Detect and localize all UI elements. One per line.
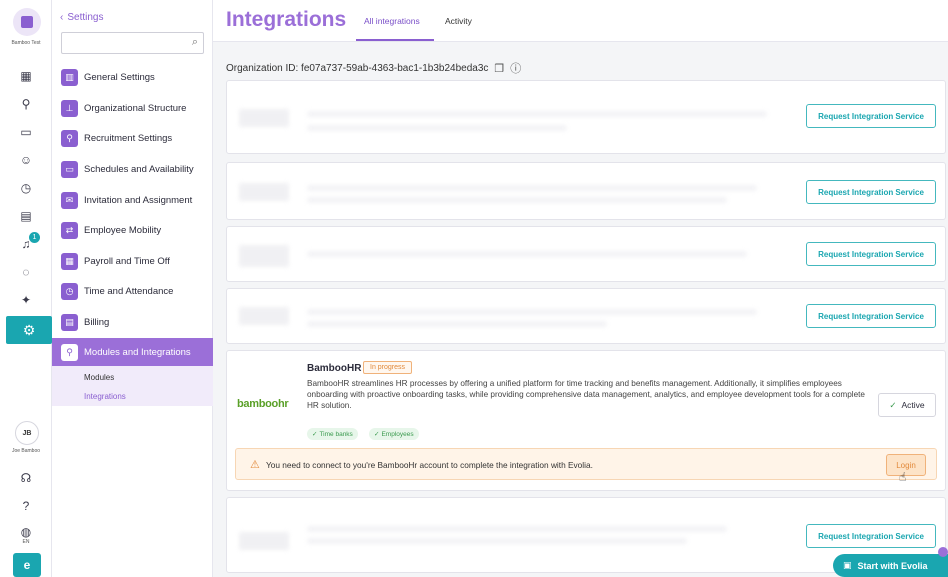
page-title: Integrations [226, 8, 347, 31]
organization-id: Organization ID: fe07a737-59ab-4363-bac1… [226, 60, 521, 76]
sidebar-item-label: Payroll and Time Off [84, 255, 170, 267]
tag-label: Employees [381, 430, 414, 438]
organization-id-text: Organization ID: fe07a737-59ab-4363-bac1… [226, 62, 489, 74]
start-badge [938, 547, 948, 557]
billing-icon: ▤ [61, 313, 78, 331]
icon-rail: Bamboo Test ▦ ⚲ ▭ ☺ ◷ ▤ ♫ 1 ◌ ✦ ⚙ JB Joe… [0, 0, 52, 577]
sidebar-item-label: Organizational Structure [84, 102, 187, 114]
back-label: Settings [67, 12, 104, 23]
integration-name: BambooHR [307, 363, 362, 374]
headset-icon[interactable]: ☊ [14, 467, 38, 489]
calendar-icon[interactable]: ▭ [14, 121, 38, 143]
notification-badge: 1 [29, 232, 40, 243]
integration-card: Request Integration Service [226, 80, 946, 154]
brand-logo-icon[interactable]: e [13, 553, 41, 577]
check-icon: ✓ [889, 399, 897, 410]
sidebar-item-organizational-structure[interactable]: ⊥ Organizational Structure [52, 94, 213, 122]
info-icon[interactable]: ⓘ [510, 60, 521, 76]
payroll-icon: ▦ [61, 252, 78, 270]
submenu-item-integrations[interactable]: Integrations [84, 392, 126, 401]
page-header: Integrations All integrations Activity [213, 0, 948, 42]
tab-all-integrations[interactable]: All integrations [364, 16, 420, 26]
sidebar-item-modules-integrations[interactable]: ⚲ Modules and Integrations [52, 338, 213, 366]
start-evolia-label: Start with Evolia [857, 560, 928, 571]
calendar-icon: ▭ [61, 160, 78, 178]
warning-text: You need to connect to you're BambooHr a… [266, 460, 593, 470]
chevron-left-icon: ‹ [60, 12, 64, 23]
bamboohr-logo: bamboohr [237, 398, 289, 410]
tab-activity[interactable]: Activity [445, 16, 472, 26]
integration-card: Request Integration Service [226, 226, 946, 282]
play-icon: ▣ [843, 560, 852, 570]
sidebar-item-label: Modules and Integrations [84, 346, 191, 358]
language-label: EN [22, 539, 30, 545]
start-with-evolia-button[interactable]: ▣ Start with Evolia [833, 554, 948, 577]
check-icon: ✓ [312, 431, 318, 438]
sidebar-item-recruitment-settings[interactable]: ⚲ Recruitment Settings [52, 124, 213, 152]
integration-card: Request Integration Service [226, 162, 946, 220]
sidebar-item-payroll[interactable]: ▦ Payroll and Time Off [52, 247, 213, 275]
tag-label: Time banks [319, 430, 353, 438]
clock-icon: ◷ [61, 282, 78, 300]
gear-icon[interactable]: ⚙ [6, 316, 52, 344]
sidebar-item-label: General Settings [84, 71, 155, 83]
tag-time-banks: ✓ Time banks [307, 428, 358, 440]
building-icon: ▥ [61, 68, 78, 86]
avatar[interactable]: JB [15, 421, 39, 445]
sidebar-item-label: Billing [84, 316, 110, 328]
search-icon: ⌕ [191, 36, 198, 48]
integration-description: BambooHR streamlines HR processes by off… [307, 379, 865, 410]
warning-banner: ⚠ You need to connect to you're BambooHr… [235, 448, 937, 480]
org-name: Bamboo Test [11, 40, 41, 46]
submenu-item-modules[interactable]: Modules [84, 373, 114, 382]
org-logo[interactable] [13, 8, 41, 36]
bamboohr-card: bamboohr BambooHR In progress BambooHR s… [226, 350, 946, 491]
transfer-icon: ⇄ [61, 221, 78, 239]
user-icon[interactable]: ⚲ [14, 93, 38, 115]
status-badge: In progress [363, 361, 413, 374]
settings-sidebar: ‹ Settings ⌕ ▥ General Settings ⊥ Organi… [52, 0, 213, 577]
tag-employees: ✓ Employees [369, 428, 419, 440]
warning-icon: ⚠ [250, 459, 260, 471]
sidebar-item-label: Invitation and Assignment [84, 194, 193, 206]
back-to-settings-link[interactable]: ‹ Settings [60, 12, 103, 23]
integration-icon: ⚲ [61, 343, 78, 361]
sidebar-item-schedules[interactable]: ▭ Schedules and Availability [52, 155, 213, 183]
request-integration-button[interactable]: Request Integration Service [806, 180, 936, 204]
sidebar-item-time-attendance[interactable]: ◷ Time and Attendance [52, 277, 213, 305]
active-tab-indicator [356, 39, 434, 41]
envelope-icon: ✉ [61, 191, 78, 209]
user-name: Joe Bamboo [11, 448, 41, 454]
pointer-cursor-icon: ☝ [899, 470, 907, 484]
request-integration-button[interactable]: Request Integration Service [806, 304, 936, 328]
request-integration-button[interactable]: Request Integration Service [806, 242, 936, 266]
team-icon[interactable]: ☺ [14, 149, 38, 171]
check-icon: ✓ [374, 431, 380, 438]
submenu [52, 366, 213, 406]
active-label: Active [901, 400, 925, 410]
timer-icon[interactable]: ◷ [14, 177, 38, 199]
request-integration-button[interactable]: Request Integration Service [806, 104, 936, 128]
copy-icon[interactable]: ❐ [494, 62, 504, 75]
sidebar-item-label: Recruitment Settings [84, 132, 173, 144]
recruit-icon: ⚲ [61, 129, 78, 147]
sidebar-item-label: Employee Mobility [84, 224, 162, 236]
sidebar-item-general-settings[interactable]: ▥ General Settings [52, 63, 213, 91]
org-chart-icon: ⊥ [61, 99, 78, 117]
chat-icon[interactable]: ◌ [14, 261, 38, 283]
help-icon[interactable]: ? [14, 495, 38, 517]
sidebar-item-billing[interactable]: ▤ Billing [52, 308, 213, 336]
party-icon[interactable]: ✦ [14, 289, 38, 311]
integration-card: Request Integration Service [226, 288, 946, 344]
search-input[interactable]: ⌕ [61, 32, 204, 54]
sidebar-item-label: Time and Attendance [84, 285, 174, 297]
sidebar-item-invitation[interactable]: ✉ Invitation and Assignment [52, 186, 213, 214]
sidebar-item-employee-mobility[interactable]: ⇄ Employee Mobility [52, 216, 213, 244]
request-integration-button[interactable]: Request Integration Service [806, 524, 936, 548]
inbox-icon[interactable]: ▤ [14, 205, 38, 227]
active-button[interactable]: ✓ Active [878, 393, 936, 417]
sidebar-item-label: Schedules and Availability [84, 163, 194, 175]
dashboard-icon[interactable]: ▦ [14, 65, 38, 87]
